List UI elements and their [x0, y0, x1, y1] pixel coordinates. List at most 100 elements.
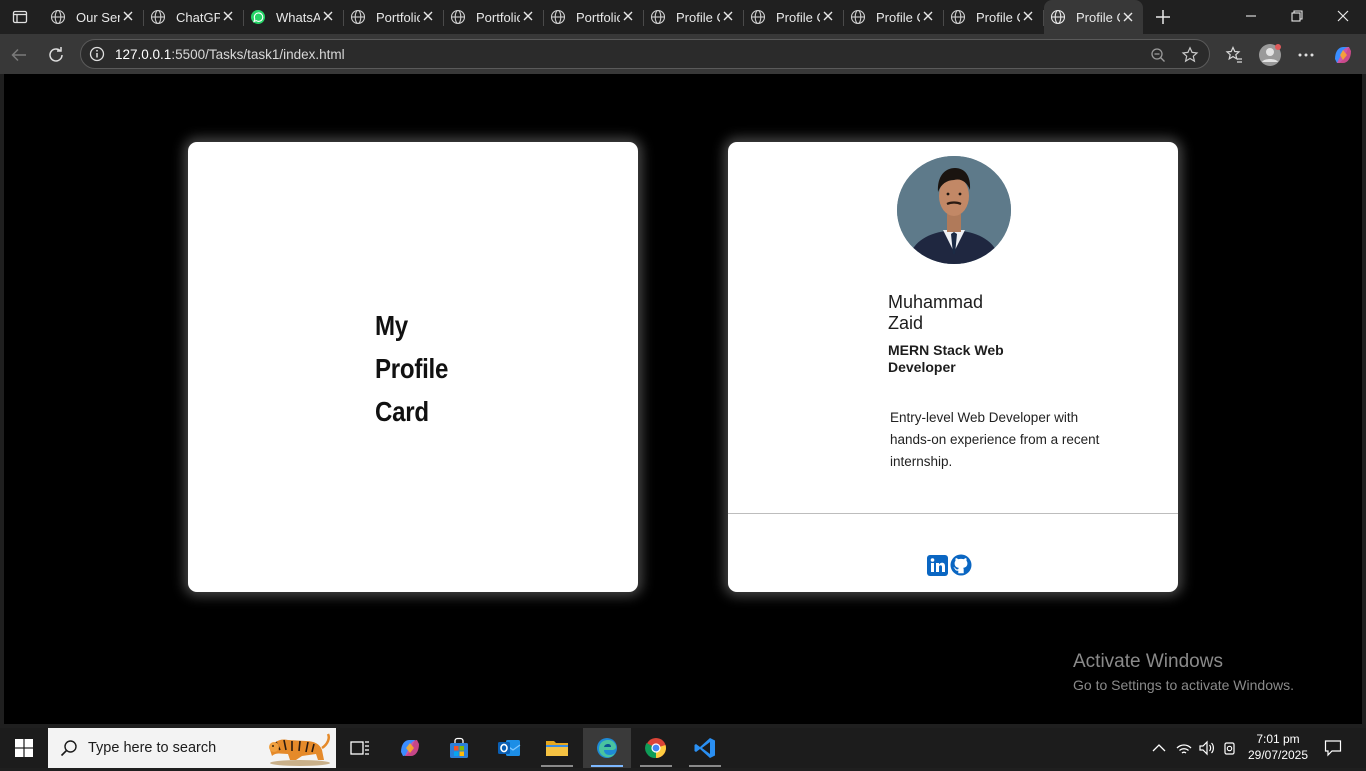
profile-name: Muhammad Zaid [888, 292, 1028, 334]
globe-icon [1050, 9, 1066, 25]
taskbar: Type here to search 7:01 pm 29/07/2025 [0, 728, 1366, 768]
edge-browser-icon[interactable] [583, 728, 631, 768]
browser-tab[interactable]: Portfolio [344, 4, 444, 30]
system-clock[interactable]: 7:01 pm 29/07/2025 [1246, 731, 1310, 763]
tab-title: ChatGPT [176, 9, 220, 25]
battery-icon[interactable] [1219, 728, 1241, 768]
browser-tab[interactable]: Portfolio [444, 4, 544, 30]
copilot-app-icon[interactable] [386, 728, 434, 768]
zoom-out-icon[interactable] [1149, 46, 1167, 64]
close-tab-icon[interactable] [721, 9, 735, 23]
network-icon[interactable] [1173, 728, 1195, 768]
close-tab-icon[interactable] [321, 9, 335, 23]
tab-title: Profile Card [1076, 9, 1120, 25]
microsoft-store-icon[interactable] [435, 728, 483, 768]
close-tab-icon[interactable] [121, 9, 135, 23]
name-line: Zaid [888, 313, 924, 333]
volume-icon[interactable] [1196, 728, 1218, 768]
notifications-icon[interactable] [1320, 728, 1346, 768]
tab-title: Profile Card [976, 9, 1020, 25]
search-placeholder: Type here to search [88, 740, 217, 756]
show-hidden-icons-icon[interactable] [1148, 728, 1170, 768]
browser-tab[interactable]: Portfolio [544, 4, 644, 30]
outlook-icon[interactable] [485, 728, 533, 768]
browser-tab-active[interactable]: Profile Card [1044, 0, 1143, 34]
page-title: My Profile Card [375, 304, 478, 433]
more-options-icon[interactable] [1294, 43, 1318, 67]
globe-icon [150, 9, 166, 25]
file-explorer-icon[interactable] [533, 728, 581, 768]
vscode-icon[interactable] [681, 728, 729, 768]
clock-time: 7:01 pm [1256, 732, 1300, 746]
close-tab-icon[interactable] [921, 9, 935, 23]
browser-tab[interactable]: Profile Card [744, 4, 844, 30]
close-window-button[interactable] [1320, 0, 1366, 32]
chrome-browser-icon[interactable] [632, 728, 680, 768]
minimize-button[interactable] [1228, 0, 1274, 32]
title-line: Card [375, 396, 429, 427]
globe-icon [950, 9, 966, 25]
restore-button[interactable] [1274, 0, 1320, 32]
card-divider [728, 513, 1178, 514]
globe-icon [750, 9, 766, 25]
close-tab-icon[interactable] [221, 9, 235, 23]
back-arrow-icon[interactable] [6, 42, 32, 68]
globe-icon [450, 9, 466, 25]
copilot-icon[interactable] [1331, 43, 1355, 67]
address-bar[interactable]: 127.0.0.1:5500/Tasks/task1/index.html [80, 39, 1210, 69]
globe-icon [850, 9, 866, 25]
globe-icon [50, 9, 66, 25]
refresh-icon[interactable] [43, 42, 69, 68]
tab-title: Our Services [76, 9, 120, 25]
avatar [897, 156, 1011, 264]
tab-title: Profile Card [676, 9, 720, 25]
tab-title: Profile Card [876, 9, 920, 25]
close-tab-icon[interactable] [821, 9, 835, 23]
globe-icon [550, 9, 566, 25]
tab-title: WhatsApp [276, 9, 320, 25]
url-text: 127.0.0.1:5500/Tasks/task1/index.html [115, 47, 345, 62]
bio-line: internship. [890, 454, 953, 469]
tab-actions-icon[interactable] [8, 6, 32, 28]
search-icon [60, 739, 78, 757]
windows-start-icon[interactable] [0, 728, 48, 768]
bio-line: Entry-level Web Developer with [890, 410, 1079, 425]
close-tab-icon[interactable] [521, 9, 535, 23]
close-tab-icon[interactable] [1021, 9, 1035, 23]
name-line: Muhammad [888, 292, 984, 312]
task-view-icon[interactable] [336, 728, 384, 768]
tab-title: Portfolio [376, 9, 420, 25]
profile-card: Muhammad Zaid MERN Stack Web Developer E… [728, 142, 1178, 592]
browser-tab[interactable]: Profile Card [944, 4, 1044, 30]
favorites-icon[interactable] [1222, 43, 1246, 67]
whatsapp-icon [250, 9, 266, 25]
browser-tab[interactable]: ChatGPT [144, 4, 244, 30]
url-path: :5500/Tasks/task1/index.html [171, 47, 345, 62]
browser-tab[interactable]: Profile Card [644, 4, 744, 30]
taskbar-search[interactable]: Type here to search [48, 728, 336, 768]
tab-strip: Our Services ChatGPT WhatsApp Portfolio … [0, 0, 1366, 34]
site-info-icon[interactable] [89, 46, 105, 62]
new-tab-button[interactable] [1152, 6, 1174, 28]
profile-avatar-icon[interactable] [1258, 43, 1282, 67]
close-tab-icon[interactable] [421, 9, 435, 23]
browser-tab[interactable]: Our Services [44, 4, 144, 30]
title-line: Profile [375, 353, 449, 384]
browser-toolbar: 127.0.0.1:5500/Tasks/task1/index.html [0, 34, 1366, 74]
activation-watermark-title: Activate Windows [1073, 651, 1223, 672]
close-tab-icon[interactable] [1121, 10, 1135, 24]
title-line: My [375, 310, 408, 341]
favorite-star-icon[interactable] [1181, 46, 1199, 64]
role-line: Developer [888, 359, 956, 375]
tab-title: Portfolio [576, 9, 620, 25]
url-host: 127.0.0.1 [115, 47, 172, 62]
browser-tab[interactable]: Profile Card [844, 4, 944, 30]
linkedin-icon[interactable] [926, 554, 948, 576]
tab-title: Portfolio [476, 9, 520, 25]
github-icon[interactable] [950, 554, 972, 576]
globe-icon [350, 9, 366, 25]
browser-tab[interactable]: WhatsApp [244, 4, 344, 30]
profile-role: MERN Stack Web Developer [888, 342, 1018, 376]
tab-title: Profile Card [776, 9, 820, 25]
close-tab-icon[interactable] [621, 9, 635, 23]
